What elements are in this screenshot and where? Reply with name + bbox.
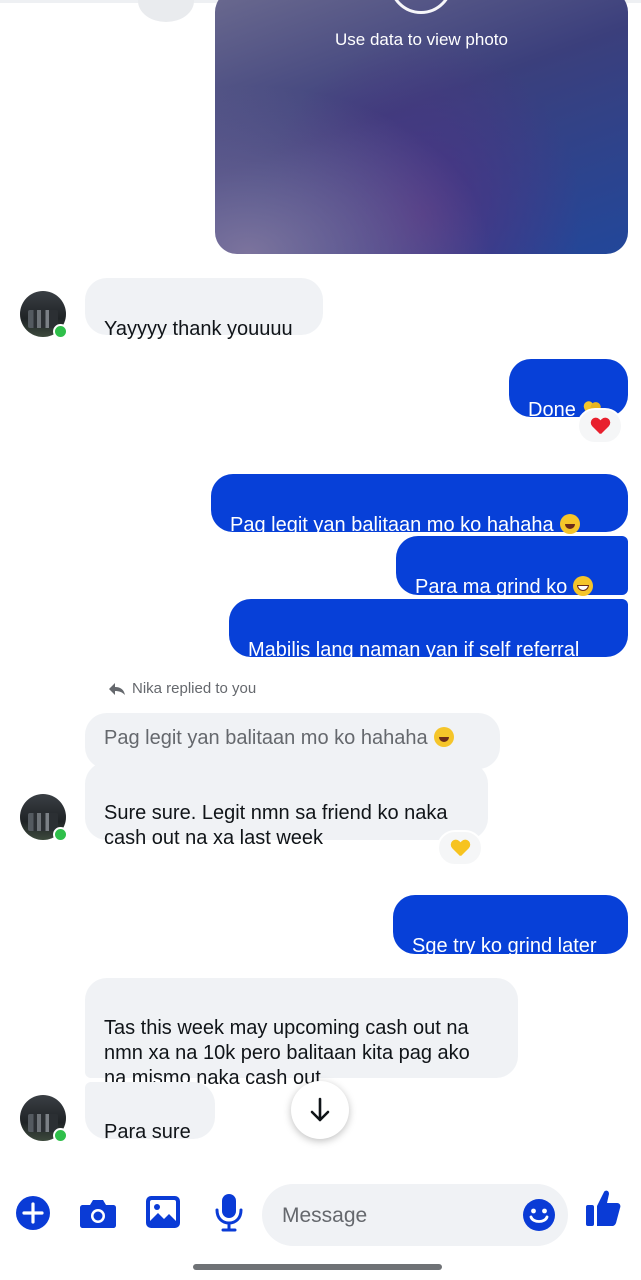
message-bubble-outgoing[interactable]: Mabilis lang naman yan if self referral (229, 599, 628, 661)
message-bubble-outgoing[interactable]: Pag legit yan balitaan mo ko hahaha (211, 474, 628, 536)
reaction-heart[interactable] (437, 830, 483, 866)
reply-indicator: Nika replied to you (108, 680, 256, 697)
quoted-message[interactable]: Pag legit yan balitaan mo ko hahaha (85, 713, 500, 769)
avatar[interactable] (20, 291, 68, 339)
message-bubble-incoming[interactable]: Tas this week may upcoming cash out na n… (85, 978, 518, 1089)
scroll-to-bottom-button[interactable] (291, 1081, 349, 1139)
online-status-dot (53, 1128, 68, 1143)
quoted-text: Pag legit yan balitaan mo ko hahaha (104, 727, 428, 749)
forward-button[interactable] (138, 0, 194, 22)
camera-button[interactable] (78, 1194, 118, 1232)
emoji-button[interactable] (522, 1198, 556, 1232)
message-bubble-incoming[interactable]: Sure sure. Legit nmn sa friend ko naka c… (85, 762, 488, 849)
avatar-image (28, 310, 58, 328)
rolling-laughing-emoji (433, 727, 454, 747)
avatar[interactable] (20, 1095, 68, 1143)
like-button[interactable] (584, 1188, 622, 1228)
message-text: Para ma grind ko (415, 576, 568, 598)
thumbs-up-icon (586, 1190, 621, 1226)
avatar[interactable] (20, 794, 68, 842)
image-icon (146, 1196, 180, 1228)
message-bubble-incoming[interactable]: Para sure (85, 1082, 215, 1143)
message-text: Yayyyy thank youuuu (104, 318, 293, 340)
message-text: Tas this week may upcoming cash out na n… (104, 1017, 470, 1089)
avatar-image (28, 813, 58, 831)
grinning-sweat-emoji (573, 576, 594, 596)
message-text: Pag legit yan balitaan mo ko hahaha (230, 514, 554, 536)
message-bubble-outgoing[interactable]: Sge try ko grind later (393, 895, 628, 957)
rolling-laughing-emoji (559, 514, 580, 534)
gallery-button[interactable] (144, 1194, 182, 1230)
red-heart-icon (591, 418, 609, 434)
message-field[interactable] (262, 1184, 568, 1248)
message-text: Para sure (104, 1121, 191, 1143)
plus-icon (16, 1196, 50, 1230)
message-text: Done (528, 399, 576, 421)
voice-button[interactable] (212, 1192, 246, 1232)
smiley-icon (523, 1199, 555, 1231)
message-input[interactable] (280, 1184, 514, 1248)
avatar-image (28, 1114, 58, 1132)
reply-arrow-icon (109, 682, 125, 695)
online-status-dot (53, 324, 68, 339)
microphone-icon (215, 1194, 243, 1232)
download-icon[interactable] (389, 0, 453, 14)
yellow-heart-icon (451, 840, 469, 856)
message-text: Mabilis lang naman yan if self referral (248, 639, 580, 661)
online-status-dot (53, 827, 68, 842)
photo-attachment[interactable]: Use data to view photo (215, 0, 628, 254)
reaction-heart[interactable] (577, 408, 623, 444)
message-bubble-incoming[interactable]: Yayyyy thank youuuu (85, 278, 323, 340)
more-actions-button[interactable] (14, 1194, 52, 1232)
photo-notice: Use data to view photo (335, 30, 508, 49)
arrow-down-icon (310, 1097, 330, 1122)
camera-icon (80, 1200, 116, 1228)
reply-label-text: Nika replied to you (132, 680, 257, 697)
message-bubble-outgoing[interactable]: Para ma grind ko (396, 536, 628, 598)
message-text: Sure sure. Legit nmn sa friend ko naka c… (104, 802, 448, 849)
home-indicator (193, 1264, 442, 1270)
message-text: Sge try ko grind later (412, 935, 597, 957)
